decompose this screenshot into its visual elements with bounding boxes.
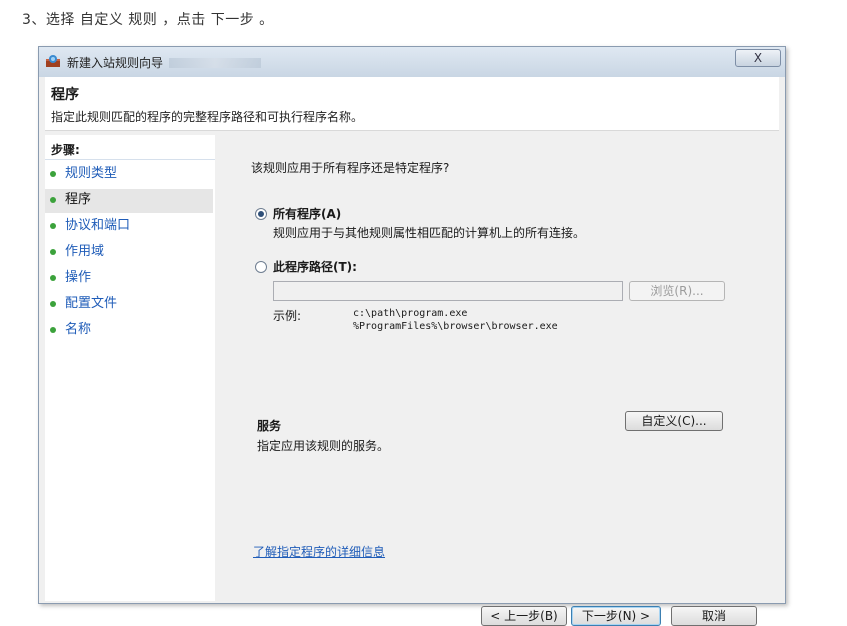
- program-path-input[interactable]: [273, 281, 623, 301]
- title-bar: 新建入站规则向导 X: [39, 47, 785, 77]
- step-label: 规则类型: [65, 166, 118, 181]
- step-program[interactable]: 程序: [45, 189, 213, 213]
- step-label: 配置文件: [65, 296, 118, 311]
- browse-button[interactable]: 浏览(R)...: [629, 281, 725, 301]
- instruction-caption: 3、选择 自定义 规则 ，点击 下一步 。: [22, 12, 274, 28]
- step-name[interactable]: 名称: [45, 319, 213, 343]
- customize-button[interactable]: 自定义(C)...: [625, 411, 723, 431]
- wizard-header: 程序 指定此规则匹配的程序的完整程序路径和可执行程序名称。: [45, 77, 779, 131]
- example-paths: c:\path\program.exe %ProgramFiles%\brows…: [353, 308, 558, 332]
- all-programs-label[interactable]: 所有程序(A): [273, 205, 341, 222]
- title-bar-glare: [169, 58, 261, 68]
- step-label: 作用域: [65, 244, 105, 259]
- step-bullet-icon: [50, 249, 56, 255]
- question-text: 该规则应用于所有程序还是特定程序?: [251, 161, 450, 175]
- step-label: 协议和端口: [65, 218, 131, 233]
- all-programs-radio[interactable]: [255, 208, 267, 220]
- program-path-radio[interactable]: [255, 261, 267, 273]
- step-rule-type[interactable]: 规则类型: [45, 163, 213, 187]
- page-title: 程序: [51, 87, 79, 103]
- learn-more-link[interactable]: 了解指定程序的详细信息: [253, 543, 385, 560]
- step-bullet-icon: [50, 327, 56, 333]
- step-bullet-icon: [50, 275, 56, 281]
- back-button[interactable]: < 上一步(B): [481, 606, 567, 626]
- step-bullet-icon: [50, 223, 56, 229]
- step-action[interactable]: 操作: [45, 267, 213, 291]
- all-programs-description: 规则应用于与其他规则属性相匹配的计算机上的所有连接。: [273, 226, 586, 240]
- step-protocol-port[interactable]: 协议和端口: [45, 215, 213, 239]
- step-bullet-icon: [50, 197, 56, 203]
- next-button[interactable]: 下一步(N) >: [571, 606, 661, 626]
- firewall-icon: [46, 55, 60, 67]
- cancel-button[interactable]: 取消: [671, 606, 757, 626]
- step-label: 程序: [65, 192, 92, 207]
- program-path-label[interactable]: 此程序路径(T):: [273, 258, 357, 275]
- page-description: 指定此规则匹配的程序的完整程序路径和可执行程序名称。: [51, 110, 364, 124]
- step-label: 操作: [65, 270, 92, 285]
- step-bullet-icon: [50, 301, 56, 307]
- step-label: 名称: [65, 322, 92, 337]
- content-pane: 该规则应用于所有程序还是特定程序? 所有程序(A) 规则应用于与其他规则属性相匹…: [215, 135, 781, 626]
- close-button[interactable]: X: [735, 49, 781, 67]
- steps-label: 步骤:: [51, 143, 80, 157]
- step-bullet-icon: [50, 171, 56, 177]
- window-title: 新建入站规则向导: [67, 56, 164, 70]
- steps-pane: 步骤: 规则类型 程序 协议和端口 作用域 操作 配置文件 名称: [45, 135, 215, 601]
- inbound-rule-wizard-window: 新建入站规则向导 X 程序 指定此规则匹配的程序的完整程序路径和可执行程序名称。…: [38, 46, 786, 626]
- services-description: 指定应用该规则的服务。: [257, 439, 390, 453]
- example-label: 示例:: [273, 309, 302, 323]
- step-profile[interactable]: 配置文件: [45, 293, 213, 317]
- step-scope[interactable]: 作用域: [45, 241, 213, 265]
- services-title: 服务: [257, 419, 282, 433]
- steps-divider: [45, 159, 215, 160]
